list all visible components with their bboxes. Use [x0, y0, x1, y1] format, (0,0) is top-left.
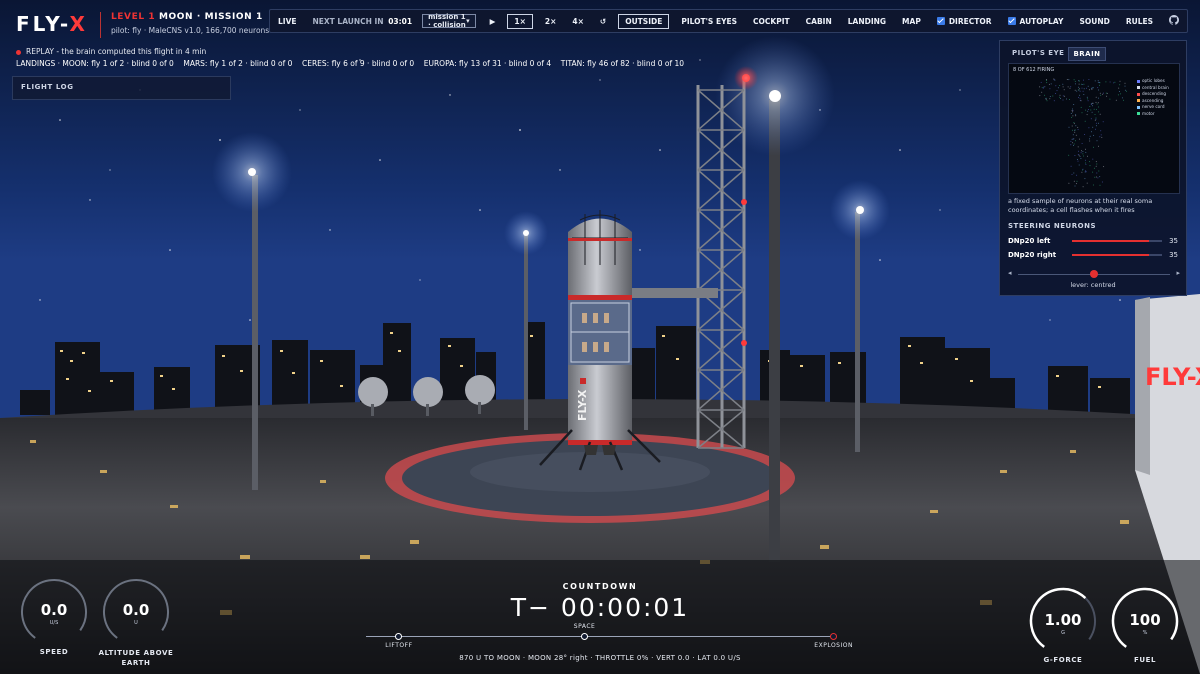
chevron-down-icon: ▾	[466, 17, 470, 25]
app-logo: FLY-X	[16, 12, 88, 36]
lever-knob[interactable]	[1090, 270, 1098, 278]
play-icon: ▶	[489, 16, 496, 26]
billboard-label: FLY-X	[1145, 363, 1200, 391]
neuron-row-right: DNp20 right 35	[1008, 251, 1178, 259]
brain-caption: a fixed sample of neurons at their real …	[1008, 197, 1153, 214]
view-outside-button[interactable]: OUTSIDE	[618, 13, 670, 29]
mission-timeline: LIFTOFF SPACE EXPLOSION	[366, 623, 852, 649]
view-cabin-button[interactable]: CABIN	[798, 17, 840, 26]
reset-button[interactable]: ↺	[592, 17, 614, 26]
countdown-title: COUNTDOWN	[562, 582, 638, 591]
speed-1x-button[interactable]: 1×	[507, 13, 533, 29]
view-cockpit-button[interactable]: COCKPIT	[745, 17, 798, 26]
view-pilots-eyes-button[interactable]: PILOT'S EYES	[673, 17, 745, 26]
view-map-button[interactable]: MAP	[894, 17, 929, 26]
view-landing-button[interactable]: LANDING	[840, 17, 894, 26]
tab-brain[interactable]: BRAIN	[1068, 47, 1106, 61]
neuron-bar-right	[1072, 254, 1162, 256]
neuron-row-left: DNp20 left 35	[1008, 237, 1178, 245]
autoplay-checkbox[interactable]: AUTOPLAY	[1000, 17, 1072, 26]
legend-item: descending	[1137, 91, 1169, 98]
level-title: LEVEL 1 MOON · MISSION 1	[110, 12, 263, 22]
pilot-info: pilot: fly · MaleCNS v1.0, 166,700 neuro…	[110, 26, 270, 35]
record-dot-icon	[16, 49, 21, 55]
gforce-unit: G	[1061, 630, 1065, 636]
countdown-time: T− 00:00:01	[510, 593, 690, 622]
tab-pilots-eye[interactable]: PILOT'S EYE	[1008, 47, 1068, 61]
next-launch: NEXT LAUNCH IN 03:01	[312, 16, 413, 26]
next-launch-time: 03:01	[388, 16, 413, 26]
lever-right-arrow-icon[interactable]: ▸	[1176, 269, 1180, 277]
reset-icon: ↺	[599, 16, 607, 26]
brand-block: FLY-X LEVEL 1 MOON · MISSION 1 pilot: fl…	[16, 12, 269, 38]
timeline-node-space	[581, 633, 589, 640]
flight-status: 870 U TO MOON · MOON 28° right · THROTTL…	[459, 654, 741, 662]
fuel-unit: %	[1142, 630, 1148, 636]
play-button[interactable]: ▶	[482, 17, 504, 26]
top-toolbar: LIVE NEXT LAUNCH IN 03:01 mission 1 · co…	[269, 9, 1188, 33]
rules-button[interactable]: RULES	[1118, 17, 1161, 26]
checkbox-checked-icon	[936, 17, 945, 25]
flight-log-toggle[interactable]: FLIGHT LOG	[12, 76, 231, 100]
steering-title: STEERING NEURONS	[1008, 222, 1096, 230]
lever-left-arrow-icon[interactable]: ◂	[1008, 269, 1012, 277]
timeline-label-liftoff: LIFTOFF	[385, 642, 413, 649]
legend-item: motor	[1137, 111, 1169, 118]
steering-lever[interactable]: ◂ ▸	[1008, 269, 1180, 281]
speed-4x-button[interactable]: 4×	[564, 17, 592, 26]
lever-label: lever: centred	[1070, 281, 1116, 289]
brain-panel: PILOT'S EYE BRAIN 8 OF 612 FIRING optic …	[999, 40, 1187, 296]
landings-stats: LANDINGS · MOON: fly 1 of 2 · blind 0 of…	[16, 59, 685, 68]
legend-item: optic lobes	[1137, 78, 1169, 85]
brain-visualization: 8 OF 612 FIRING optic lobes central brain…	[1008, 63, 1180, 194]
neuron-bar-left	[1072, 240, 1162, 242]
github-link[interactable]	[1161, 15, 1187, 27]
timeline-label-space: SPACE	[573, 623, 596, 630]
github-icon	[1169, 15, 1179, 25]
timeline-label-explosion: EXPLOSION	[814, 642, 853, 649]
replay-notice: REPLAY - the brain computed this flight …	[16, 47, 206, 56]
brain-legend: optic lobes central brain descending ascend…	[1137, 78, 1169, 117]
brand-divider	[99, 12, 101, 38]
speed-2x-button[interactable]: 2×	[537, 17, 565, 26]
live-button[interactable]: LIVE	[270, 17, 305, 26]
mission-select[interactable]: mission 1 · collision ▾	[422, 13, 476, 29]
director-checkbox[interactable]: DIRECTOR	[929, 17, 1000, 26]
rocket-label: FLY-X	[576, 389, 589, 421]
sound-button[interactable]: SOUND	[1071, 17, 1117, 26]
checkbox-checked-icon	[1007, 17, 1016, 25]
legend-item: nerve cord	[1137, 104, 1169, 111]
